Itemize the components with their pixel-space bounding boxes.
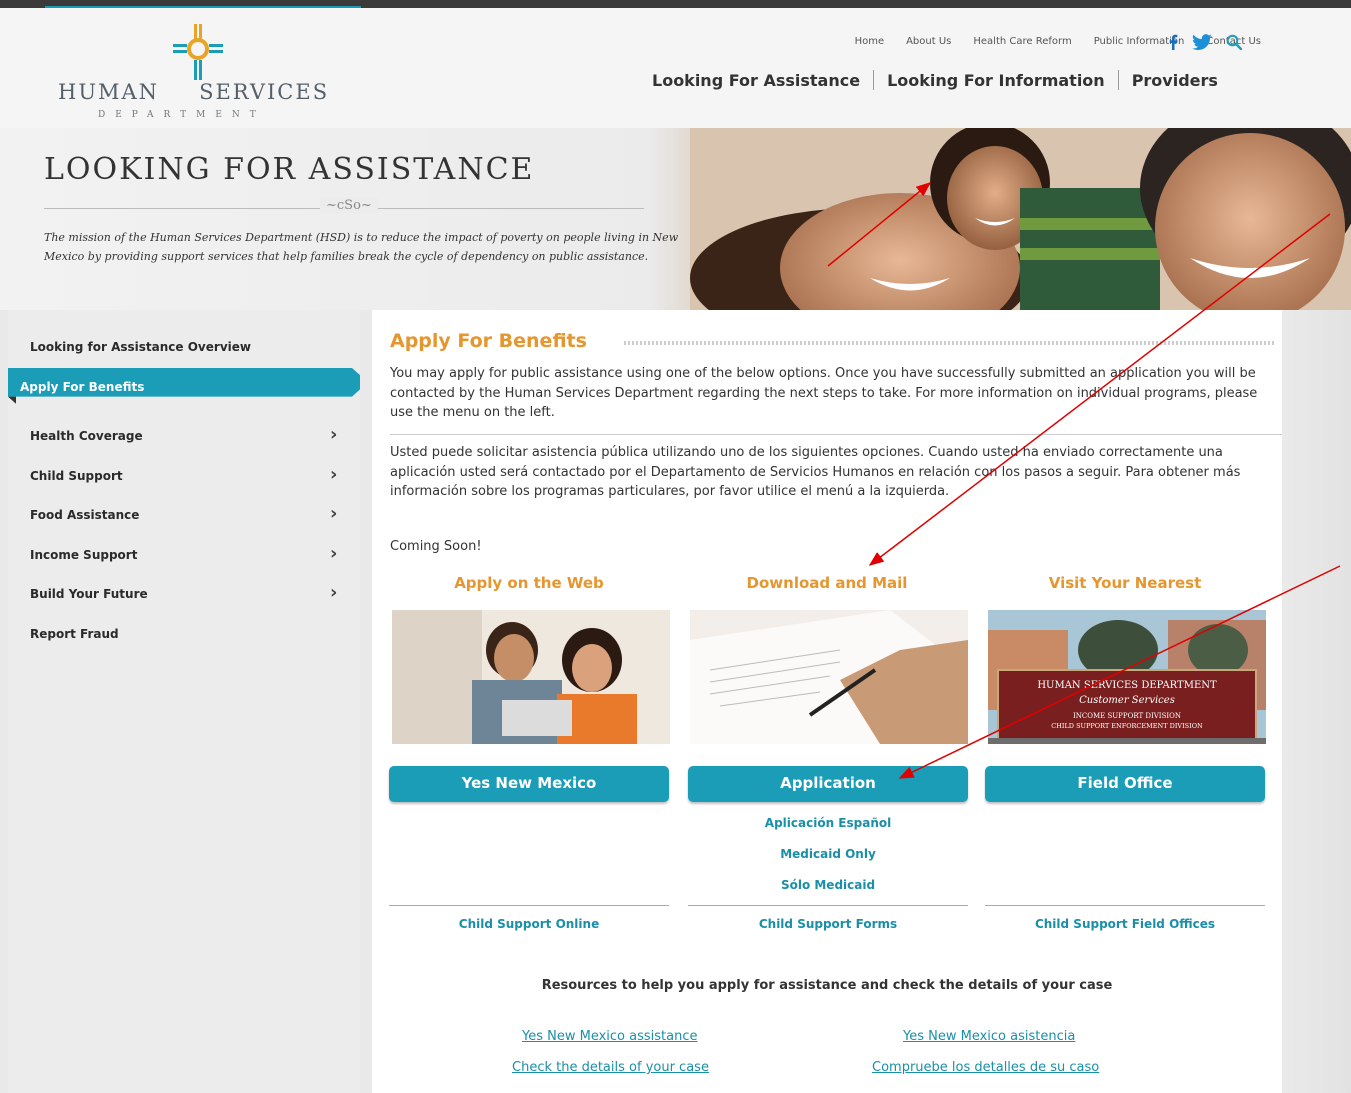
office-sign-line1: HUMAN SERVICES DEPARTMENT [1037,680,1217,691]
column-heading-office: Visit Your Nearest [1048,574,1202,592]
yes-nm-asistencia-link[interactable]: Yes New Mexico asistencia [903,1029,1075,1044]
nav-home[interactable]: Home [855,36,885,47]
page-title: LOOKING FOR ASSISTANCE [44,152,535,187]
medicaid-only-link[interactable]: Medicaid Only [688,847,968,861]
column-divider [688,905,968,906]
facebook-icon[interactable] [1168,34,1178,50]
child-support-online-link[interactable]: Child Support Online [389,917,669,931]
twitter-icon[interactable] [1192,34,1212,50]
sidebar-item-apply-for-benefits[interactable]: Apply For Benefits [20,380,144,394]
main-content: Apply For Benefits You may apply for pub… [372,310,1282,1093]
intro-spanish: Usted puede solicitar asistencia pública… [390,445,1241,499]
application-button[interactable]: Application [688,766,968,802]
logo-wordmark: HUMAN SERVICES [58,80,330,104]
hero-banner: LOOKING FOR ASSISTANCE ~cSo~ The mission… [0,128,1351,310]
compruebe-detalles-link[interactable]: Compruebe los detalles de su caso [872,1060,1099,1075]
office-sign-line3: INCOME SUPPORT DIVISION [1073,712,1181,720]
social-links [1168,34,1242,50]
sidebar-item-overview[interactable]: Looking for Assistance Overview [30,340,251,354]
sidebar-item-income-support[interactable]: Income Support [30,548,137,562]
sidebar-nav: Looking for Assistance Overview Apply Fo… [8,310,360,1093]
mission-statement: The mission of the Human Services Depart… [44,231,679,263]
nav-about-us[interactable]: About Us [906,36,951,47]
aplicacion-espanol-link[interactable]: Aplicación Español [688,816,968,830]
child-support-forms-link[interactable]: Child Support Forms [688,917,968,931]
sidebar-item-report-fraud[interactable]: Report Fraud [30,627,119,641]
column-divider [985,905,1265,906]
section-title: Apply For Benefits [390,330,587,352]
page-right-margin [1282,310,1351,1093]
signing-document-photo [690,610,968,744]
office-sign-line2: Customer Services [1079,695,1175,706]
nav-health-care-reform[interactable]: Health Care Reform [973,36,1071,47]
sidebar-item-build-your-future[interactable]: Build Your Future [30,587,148,601]
hsd-logo[interactable]: HUMAN SERVICES DEPARTMENT [58,24,368,124]
paragraph-divider [390,434,1282,435]
yes-nm-assistance-link[interactable]: Yes New Mexico assistance [522,1029,697,1044]
nav-providers[interactable]: Providers [1132,71,1218,90]
coming-soon-note: Coming Soon! [390,539,482,554]
sidebar-item-child-support[interactable]: Child Support [30,469,123,483]
chevron-right-icon[interactable]: › [330,543,337,564]
column-divider [389,905,669,906]
sidebar-item-food-assistance[interactable]: Food Assistance [30,508,139,522]
chevron-right-icon[interactable]: › [330,582,337,603]
title-dotted-rule [624,341,1276,345]
site-header: HUMAN SERVICES DEPARTMENT Home About Us H… [0,8,1351,128]
chevron-right-icon[interactable]: › [330,503,337,524]
office-sign-line4: CHILD SUPPORT ENFORCEMENT DIVISION [1051,722,1203,730]
nav-divider [1117,70,1119,90]
column-heading-web: Apply on the Web [454,574,604,592]
nav-looking-for-information[interactable]: Looking For Information [887,71,1105,90]
check-case-details-link[interactable]: Check the details of your case [512,1060,709,1075]
nav-divider [873,70,875,90]
column-heading-mail: Download and Mail [746,574,908,592]
logo-subtitle: DEPARTMENT [98,110,266,120]
resources-heading: Resources to help you apply for assistan… [541,978,1113,993]
search-icon[interactable] [1226,34,1242,50]
sidebar-item-health-coverage[interactable]: Health Coverage [30,429,143,443]
zia-sun-logo-icon [173,24,223,80]
intro-english: You may apply for public assistance usin… [390,366,1258,420]
nav-looking-for-assistance[interactable]: Looking For Assistance [652,71,860,90]
field-office-building-photo: HUMAN SERVICES DEPARTMENT Customer Servi… [988,610,1266,744]
family-photo [690,128,1351,310]
chevron-right-icon[interactable]: › [330,464,337,485]
chevron-right-icon[interactable]: › [330,424,337,445]
main-nav: Looking For Assistance Looking For Infor… [652,70,1218,90]
child-support-field-offices-link[interactable]: Child Support Field Offices [985,917,1265,931]
yes-new-mexico-button[interactable]: Yes New Mexico [389,766,669,802]
solo-medicaid-link[interactable]: Sólo Medicaid [688,878,968,892]
title-flourish: ~cSo~ [320,198,378,213]
couple-laptop-photo [392,610,670,744]
field-office-button[interactable]: Field Office [985,766,1265,802]
